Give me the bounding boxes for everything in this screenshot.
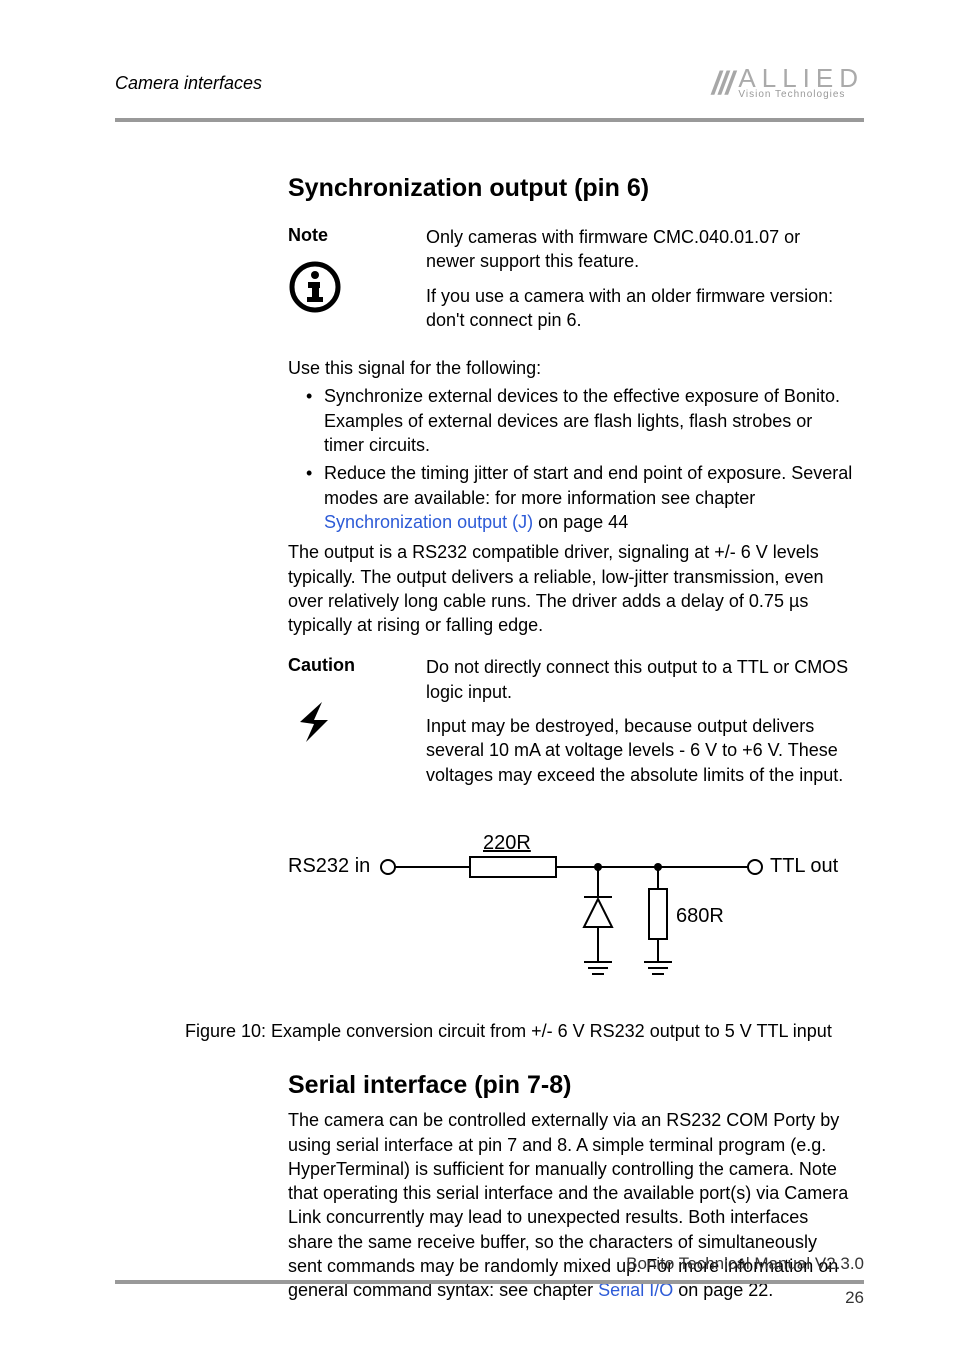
logo-main-text: ALLIED	[738, 67, 864, 90]
diagram-label-in: RS232 in	[288, 855, 370, 877]
footer-doc-title: Bonito Technical Manual V2.3.0	[115, 1254, 864, 1274]
use-list: Synchronize external devices to the effe…	[288, 384, 854, 534]
circuit-diagram: RS232 in 220R TTL out	[288, 827, 864, 997]
figure-caption: Figure 10: Example conversion circuit fr…	[185, 1019, 864, 1043]
diagram-label-r1: 220R	[483, 832, 531, 854]
caution-paragraph-2: Input may be destroyed, because output d…	[426, 714, 854, 787]
bolt-icon	[288, 696, 398, 753]
note-callout: Note Only cameras with firmware CMC.040.…	[288, 225, 854, 342]
use-intro: Use this signal for the following:	[288, 356, 854, 380]
caution-callout: Caution Do not directly connect this out…	[288, 655, 854, 796]
heading-serial-interface: Serial interface (pin 7-8)	[288, 1071, 854, 1100]
note-label: Note	[288, 225, 398, 246]
bullet-text-b: on page 44	[533, 512, 628, 532]
diagram-label-out: TTL out	[770, 855, 839, 877]
page-number: 26	[115, 1288, 864, 1308]
section-title: Camera interfaces	[115, 73, 262, 94]
logo-slashes-icon: ///	[712, 67, 733, 99]
info-icon	[288, 260, 398, 319]
note-paragraph-1: Only cameras with firmware CMC.040.01.07…	[426, 225, 854, 274]
bullet-text-a: Reduce the timing jitter of start and en…	[324, 463, 852, 507]
brand-logo: /// ALLIED Vision Technologies	[712, 67, 864, 99]
heading-sync-output: Synchronization output (pin 6)	[288, 174, 854, 203]
logo-sub-text: Vision Technologies	[738, 90, 864, 99]
output-description: The output is a RS232 compatible driver,…	[288, 540, 854, 637]
caution-label: Caution	[288, 655, 398, 676]
list-item: Reduce the timing jitter of start and en…	[288, 461, 854, 534]
caution-paragraph-1: Do not directly connect this output to a…	[426, 655, 854, 704]
list-item: Synchronize external devices to the effe…	[288, 384, 854, 457]
page-header: Camera interfaces /// ALLIED Vision Tech…	[115, 58, 864, 108]
page-footer: Bonito Technical Manual V2.3.0 26	[115, 1254, 864, 1308]
link-sync-output[interactable]: Synchronization output (J)	[324, 512, 533, 532]
diagram-label-r2: 680R	[676, 905, 724, 927]
footer-rule	[115, 1280, 864, 1284]
note-paragraph-2: If you use a camera with an older firmwa…	[426, 284, 854, 333]
header-rule	[115, 118, 864, 122]
